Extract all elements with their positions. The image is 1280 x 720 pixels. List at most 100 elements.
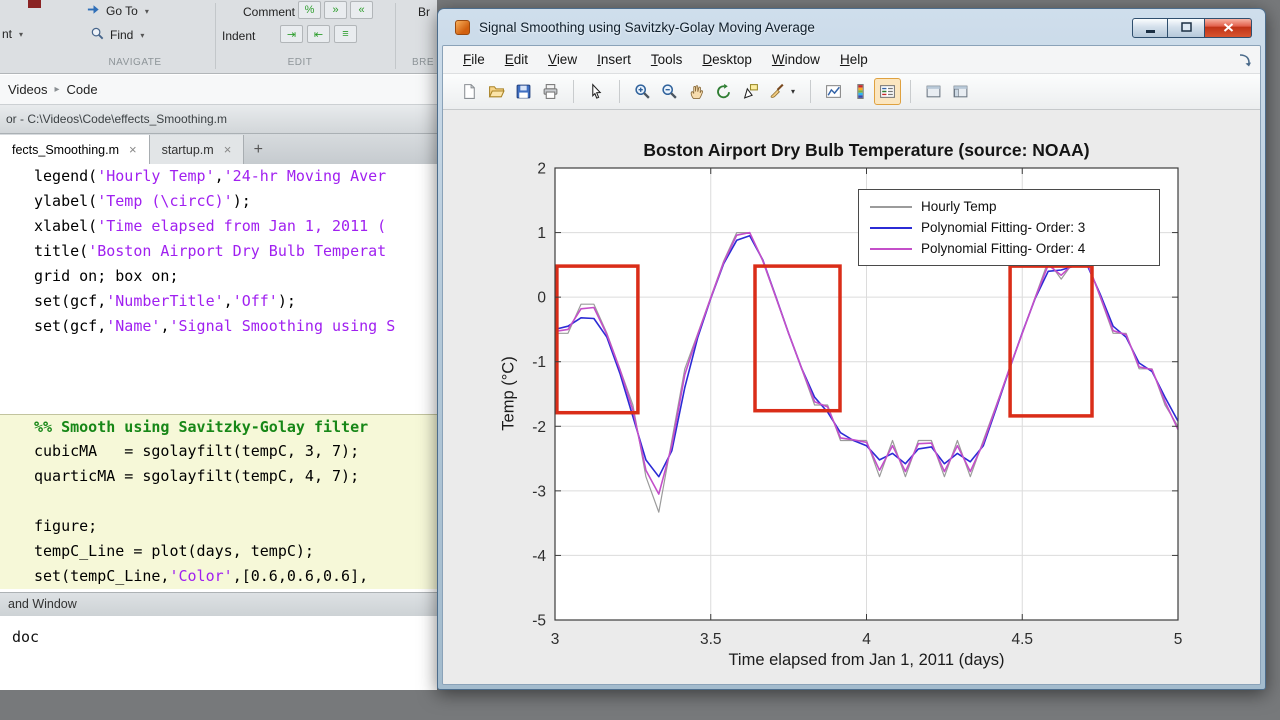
code-line[interactable]: figure; [0,514,437,539]
y-tick-label: -4 [532,548,546,565]
legend-entry[interactable]: Polynomial Fitting- Order: 4 [859,238,1159,259]
maximize-button[interactable] [1168,18,1205,38]
code-line[interactable]: cubicMA = sgolayfilt(tempC, 3, 7); [0,439,437,464]
code-token: 'Signal Smoothing using S [169,317,395,335]
figure-menubar: FileEditViewInsertToolsDesktopWindowHelp [443,46,1260,74]
zoom-out-icon[interactable] [656,78,683,105]
menu-window[interactable]: Window [762,52,830,67]
code-line[interactable]: xlabel('Time elapsed from Jan 1, 2011 ( [0,214,437,239]
comment-icons-group: %»« [298,1,373,19]
new-document-icon[interactable] [456,78,483,105]
clipped-button-label: nt [2,27,12,41]
plot-legend[interactable]: Hourly TempPolynomial Fitting- Order: 3P… [858,189,1160,266]
breadcrumb-item-videos[interactable]: Videos [8,82,48,97]
menu-insert[interactable]: Insert [587,52,641,67]
minimize-button[interactable] [1132,18,1168,38]
menu-view[interactable]: View [538,52,587,67]
legend-line-sample [870,248,912,250]
pan-hand-icon[interactable] [683,78,710,105]
code-line[interactable]: %% Smooth using Savitzky-Golay filter [0,414,437,439]
code-line[interactable] [0,364,437,389]
code-line[interactable]: set(gcf,'Name','Signal Smoothing using S [0,314,437,339]
code-token: 'Name' [106,317,160,335]
code-line[interactable] [0,489,437,514]
code-token: 'Boston Airport Dry Bulb Temperat [88,242,386,260]
open-folder-icon[interactable] [483,78,510,105]
menu-file[interactable]: File [453,52,495,67]
tab-close-icon[interactable]: × [224,142,232,157]
data-cursor-icon[interactable] [737,78,764,105]
print-icon[interactable] [537,78,564,105]
toolbar-separator [619,80,620,103]
indent-tool-icon[interactable]: ⇤ [307,25,330,43]
code-line[interactable]: tempC_Line = plot(days, tempC); [0,539,437,564]
comment-tool-icon[interactable]: « [350,1,373,19]
code-line[interactable]: set(tempC_Line,'Color',[0.6,0.6,0.6], [0,564,437,589]
zoom-in-icon[interactable] [629,78,656,105]
menu-help[interactable]: Help [830,52,878,67]
matlab-figure-icon [455,20,470,35]
editor-toolstrip: Go To ▾ Comment %»« Br nt ▾ Find ▾ Inden… [0,0,437,74]
comment-tool-icon[interactable]: % [298,1,321,19]
section-label-navigate: NAVIGATE [85,57,185,68]
rotate-3d-icon[interactable] [710,78,737,105]
code-token: tempC_Line = plot(days, tempC); [34,542,314,560]
brush-dropdown-icon[interactable]: ▾ [791,87,795,96]
close-button[interactable] [1205,18,1252,38]
editor-tab-fects_smoothing-m[interactable]: fects_Smoothing.m × [0,135,150,164]
chevron-down-icon: ▾ [19,30,23,39]
legend-entry[interactable]: Polynomial Fitting- Order: 3 [859,217,1159,238]
figure-canvas[interactable]: Boston Airport Dry Bulb Temperature (sou… [443,110,1260,684]
code-token: 'NumberTitle' [106,292,223,310]
code-token: 'Temp (\circC)' [97,192,232,210]
y-tick-label: -5 [532,613,546,630]
editor-tab-startup-m[interactable]: startup.m× [150,135,245,164]
x-tick-label: 4.5 [1011,631,1033,648]
dock-figure-icon[interactable] [1238,53,1252,67]
insert-legend-icon[interactable] [874,78,901,105]
code-line[interactable] [0,389,437,414]
legend-entry[interactable]: Hourly Temp [859,196,1159,217]
tab-label: fects_Smoothing.m [12,143,119,157]
indent-tool-icon[interactable]: ⇥ [280,25,303,43]
code-token: 'Time elapsed from Jan 1, 2011 ( [97,217,386,235]
code-editor[interactable]: legend('Hourly Temp','24-hr Moving Avery… [0,164,437,592]
x-tick-label: 5 [1174,631,1183,648]
code-token: legend( [34,167,97,185]
code-line[interactable]: quarticMA = sgolayfilt(tempC, 4, 7); [0,464,437,489]
menu-tools[interactable]: Tools [641,52,693,67]
breadcrumb-item-code[interactable]: Code [67,82,98,97]
show-plot-tools-icon[interactable] [947,78,974,105]
menu-desktop[interactable]: Desktop [692,52,762,67]
command-window[interactable]: doc [0,616,437,690]
close-icon [1223,19,1234,37]
comment-tool-icon[interactable]: » [324,1,347,19]
code-token: ); [233,192,251,210]
figure-title: Signal Smoothing using Savitzky-Golay Mo… [479,20,815,35]
search-icon [90,26,105,44]
link-plot-icon[interactable] [820,78,847,105]
menu-edit[interactable]: Edit [495,52,538,67]
command-window-header[interactable]: and Window [0,592,437,616]
code-line[interactable] [0,339,437,364]
brush-icon[interactable] [764,78,791,105]
code-token: %% Smooth using Savitzky-Golay filter [34,418,368,436]
clipped-toolstrip-button[interactable]: nt ▾ [2,27,23,41]
hide-plot-tools-icon[interactable] [920,78,947,105]
edit-plot-pointer-icon[interactable] [583,78,610,105]
new-tab-button[interactable]: + [244,135,272,164]
insert-colorbar-icon[interactable] [847,78,874,105]
code-line[interactable]: title('Boston Airport Dry Bulb Temperat [0,239,437,264]
code-line[interactable]: legend('Hourly Temp','24-hr Moving Aver [0,164,437,189]
code-token: 'Hourly Temp' [97,167,214,185]
goto-button[interactable]: Go To ▾ [86,2,149,20]
find-button[interactable]: Find ▾ [90,26,144,44]
command-text: doc [12,628,39,646]
save-icon[interactable] [510,78,537,105]
code-line[interactable]: ylabel('Temp (\circC)'); [0,189,437,214]
code-line[interactable]: set(gcf,'NumberTitle','Off'); [0,289,437,314]
indent-tool-icon[interactable]: ≡ [334,25,357,43]
tab-close-icon[interactable]: × [129,142,137,157]
code-token: quarticMA = sgolayfilt(tempC, 4, 7); [34,467,359,485]
code-line[interactable]: grid on; box on; [0,264,437,289]
